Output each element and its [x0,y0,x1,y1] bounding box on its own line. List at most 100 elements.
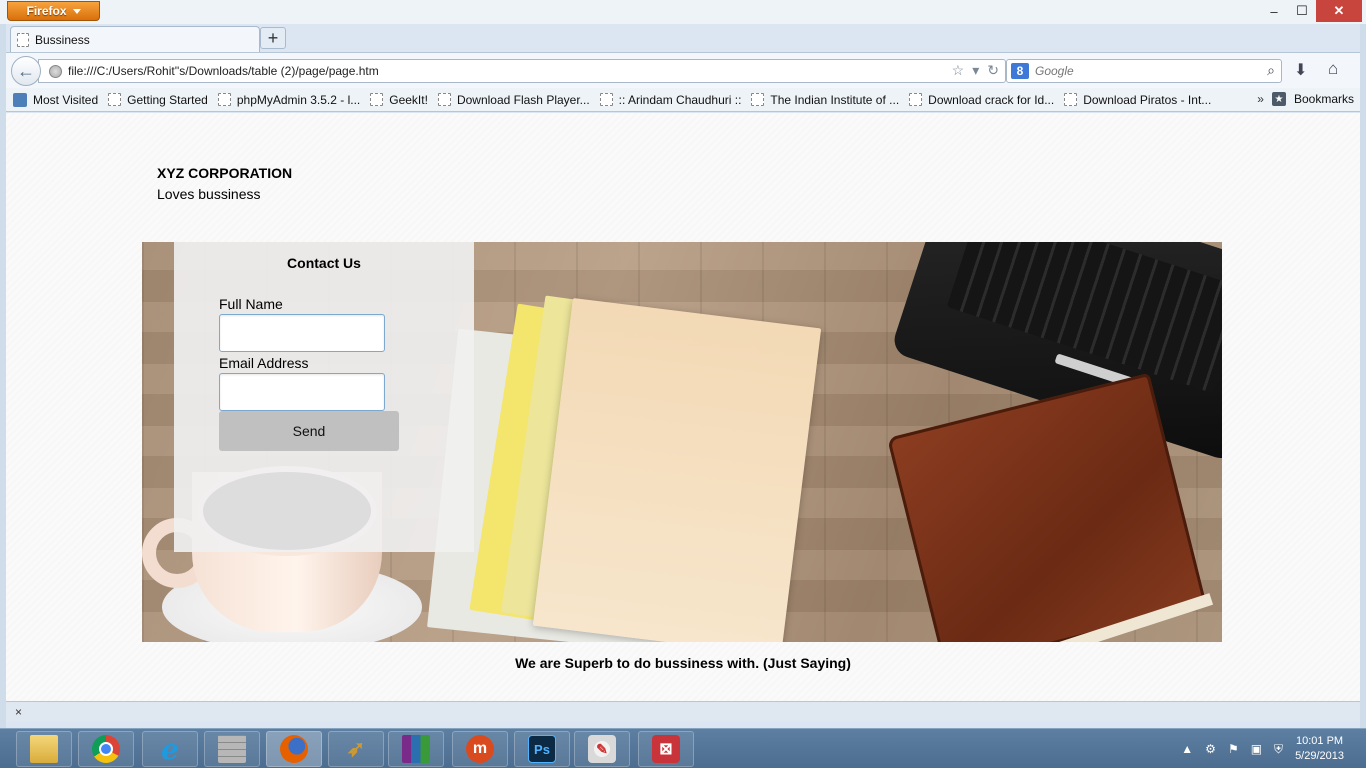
book-pages [1000,593,1214,642]
page-icon [108,93,122,106]
home-icon[interactable]: ⌂ [1328,59,1338,79]
bookmarks-right: » ★ Bookmarks [1257,92,1354,106]
bookmarks-star-icon: ★ [1271,92,1286,106]
maximize-button[interactable]: ☐ [1288,0,1316,22]
ie-icon: e [161,732,179,766]
media-player-icon: m [466,735,494,763]
tab-bar: Bussiness + [6,24,1360,52]
taskbar-media-player[interactable]: m [452,731,508,767]
paint-icon: ✎ [588,735,616,763]
bookmark-label: :: Arindam Chaudhuri :: [618,92,742,107]
taskbar-chrome[interactable] [78,731,134,767]
bookmark-label: GeekIt! [389,92,428,107]
email-label: Email Address [219,355,309,371]
show-hidden-icons-icon[interactable]: ▲ [1181,742,1193,756]
page-icon [217,93,231,106]
bookmark-label: The Indian Institute of ... [770,92,900,107]
taskbar-photoshop[interactable]: Ps [514,731,570,767]
firewall-icon [218,735,246,763]
bookmark-most-visited[interactable]: Most Visited [10,92,101,107]
taskbar-firewall[interactable] [204,731,260,767]
addon-bar: × [6,701,1360,722]
folder-icon [30,735,58,763]
pdf-reader-icon: ⊠ [652,735,680,763]
tab-title: Bussiness [35,32,90,47]
taskbar-internet-explorer[interactable]: e [142,731,198,767]
bookmark-label: phpMyAdmin 3.5.2 - l... [236,92,361,107]
taskbar-pdf-reader[interactable]: ⊠ [638,731,694,767]
page-icon [1064,93,1078,106]
bookmark-item[interactable]: Download Piratos - Int... [1061,93,1214,107]
send-button[interactable]: Send [219,411,399,451]
leather-book [886,372,1214,642]
email-field[interactable] [219,373,385,411]
brand-name: XYZ CORPORATION [157,165,293,181]
new-tab-button[interactable]: + [260,27,286,49]
search-box[interactable]: 8 Google ⌕ [1006,59,1282,83]
page-content: XYZ CORPORATION Loves bussiness Contact … [6,113,1360,701]
bookmark-item[interactable]: The Indian Institute of ... [748,93,902,107]
url-bar[interactable]: file:///C:/Users/Rohit''s/Downloads/tabl… [38,59,1006,83]
minimize-button[interactable]: – [1260,0,1288,22]
close-addon-bar-button[interactable]: × [15,705,22,719]
star-icon[interactable]: ☆ [952,62,965,79]
contact-form: Contact Us Full Name Email Address Send [174,242,474,552]
taskbar-launcher[interactable]: ➶ [328,731,384,767]
chevron-down-icon [72,8,81,14]
clock-date: 5/29/2013 [1295,750,1344,762]
clock[interactable]: 10:01 PM 5/29/2013 [1295,734,1344,764]
paper-sheet [532,297,822,642]
globe-icon [49,64,62,78]
tab-bussiness[interactable]: Bussiness [10,26,260,52]
bookmark-item[interactable]: Download Flash Player... [435,93,593,107]
clock-time: 10:01 PM [1295,735,1344,747]
footer-text: We are Superb to do bussiness with. (Jus… [515,655,851,671]
google-icon[interactable]: 8 [1011,63,1029,79]
firefox-menu-label: Firefox [26,4,67,18]
taskbar-winrar[interactable] [388,731,444,767]
navigation-toolbar: file:///C:/Users/Rohit''s/Downloads/tabl… [6,52,1360,88]
system-tray: ▲ ⚙ ⚑ ▣ ⛨ 10:01 PM 5/29/2013 [1181,729,1366,768]
bookmark-item[interactable]: GeekIt! [367,93,431,107]
winrar-icon [402,735,430,763]
bookmark-item[interactable]: Getting Started [105,93,211,107]
bookmark-label: Download crack for Id... [928,92,1055,107]
bookmark-item[interactable]: Download crack for Id... [906,93,1057,107]
firefox-menu-button[interactable]: Firefox [7,1,100,21]
firefox-icon [280,735,308,763]
full-name-field[interactable] [219,314,385,352]
search-icon[interactable]: ⌕ [1267,62,1275,79]
network-icon[interactable]: ▣ [1251,742,1262,756]
full-name-label: Full Name [219,296,283,312]
bookmark-item[interactable]: :: Arindam Chaudhuri :: [597,93,745,107]
download-icon[interactable]: ⬇ [1294,60,1307,80]
page-icon [17,32,29,47]
launcher-icon: ➶ [346,736,366,761]
network-devices-icon[interactable]: ⚙ [1205,742,1216,756]
taskbar-paint[interactable]: ✎ [574,731,630,767]
bookmarks-overflow-button[interactable]: » [1257,92,1264,106]
taskbar: e ➶ m Ps ✎ ⊠ ▲ ⚙ ⚑ ▣ ⛨ 10:01 PM 5/29/201… [0,728,1366,768]
shield-icon[interactable]: ⛨ [1274,742,1283,757]
url-text: file:///C:/Users/Rohit''s/Downloads/tabl… [68,64,379,78]
close-window-button[interactable]: ✕ [1316,0,1362,22]
bookmarks-menu-button[interactable]: Bookmarks [1294,92,1354,106]
action-center-flag-icon[interactable]: ⚑ [1228,742,1239,756]
most-visited-icon [13,92,27,107]
reload-icon[interactable]: ↻ [987,62,999,79]
page-icon [751,93,765,106]
bookmark-label: Download Piratos - Int... [1083,92,1212,107]
taskbar-firefox[interactable] [266,731,322,767]
contact-title: Contact Us [287,255,361,271]
history-dropdown-icon[interactable]: ▾ [972,62,979,79]
tagline: Loves bussiness [157,186,261,202]
page-icon [370,93,384,106]
page-icon [437,93,451,106]
page-icon [909,93,923,106]
bookmark-label: Download Flash Player... [456,92,590,107]
back-button[interactable]: ← [11,56,41,86]
taskbar-file-explorer[interactable] [16,731,72,767]
bookmark-item[interactable]: phpMyAdmin 3.5.2 - l... [215,93,363,107]
bookmarks-toolbar: Most Visited Getting Started phpMyAdmin … [6,88,1360,112]
photoshop-icon: Ps [528,735,556,763]
